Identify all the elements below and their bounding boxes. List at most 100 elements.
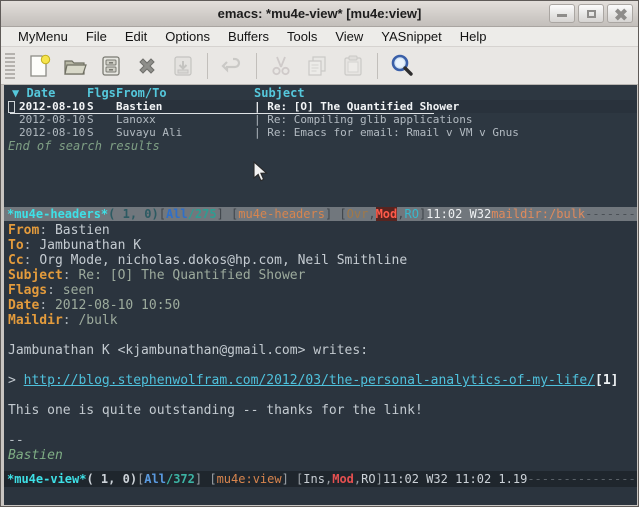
save-button[interactable] [168, 52, 198, 80]
delete-button[interactable] [132, 52, 162, 80]
message-row-selected[interactable]: 2012-08-10 S Bastien | Re: [O] The Quant… [4, 100, 637, 113]
row-from: Lanoxx [116, 113, 254, 126]
minimize-icon [557, 14, 567, 17]
buffer-name: *mu4e-headers* [7, 207, 108, 221]
row-flags: S [87, 126, 116, 139]
field-label-subject: Subject [8, 268, 63, 283]
search-magnifier-icon [388, 52, 416, 80]
modified-indicator: Mod [332, 472, 354, 486]
cut-button[interactable] [266, 52, 296, 80]
readonly-indicator: RO [404, 207, 418, 221]
link-footnote-ref: [1] [595, 373, 618, 388]
row-date: 2012-08-10 [19, 113, 87, 126]
field-value-flags: seen [63, 283, 94, 298]
body-intro-line: Jambunathan K <kjambunathan@gmail.com> w… [8, 343, 637, 358]
close-button[interactable] [607, 4, 633, 23]
quote-prefix: > [8, 373, 24, 388]
open-folder-icon [62, 53, 88, 79]
menu-buffers[interactable]: Buffers [219, 27, 278, 46]
tool-bar [1, 47, 638, 85]
row-flags: S [87, 100, 116, 113]
menu-bar: MyMenu File Edit Options Buffers Tools V… [1, 27, 638, 47]
file-cabinet-icon [98, 53, 124, 79]
menu-options[interactable]: Options [156, 27, 219, 46]
maximize-icon [587, 10, 596, 18]
emacs-window: emacs: *mu4e-view* [mu4e:view] MyMenu Fi… [0, 0, 639, 507]
message-count: /275 [188, 207, 217, 221]
row-date: 2012-08-10 [19, 100, 87, 113]
signature-separator: -- [8, 433, 637, 448]
row-subject: | Re: Compiling glib applications [254, 113, 473, 126]
delete-x-icon [134, 53, 160, 79]
row-subject: | Re: [O] The Quantified Shower [254, 100, 459, 113]
message-row[interactable]: 2012-08-10 S Lanoxx | Re: Compiling glib… [4, 113, 637, 126]
field-label-maildir: Maildir [8, 313, 63, 328]
column-subject[interactable]: Subject [254, 86, 305, 100]
column-from[interactable]: From/To [116, 86, 254, 100]
major-mode: mu4e-headers [238, 207, 325, 221]
cursor-position: ( 1, 0) [86, 472, 137, 486]
maildir-indicator: maildir:/bulk [491, 207, 585, 221]
readonly-indicator: RO [361, 472, 375, 486]
undo-button[interactable] [217, 52, 247, 80]
menu-view[interactable]: View [326, 27, 372, 46]
signature-name: Bastien [8, 448, 637, 463]
field-label-flags: Flags [8, 283, 47, 298]
paste-button[interactable] [338, 52, 368, 80]
body-hyperlink[interactable]: http://blog.stephenwolfram.com/2012/03/t… [24, 373, 595, 388]
row-flags: S [87, 113, 116, 126]
paste-clipboard-icon [340, 53, 366, 79]
modified-indicator: Mod [376, 207, 398, 221]
filter-all: All [166, 207, 188, 221]
field-value-from: Bastien [55, 223, 110, 238]
new-document-button[interactable] [24, 52, 54, 80]
menu-help[interactable]: Help [451, 27, 496, 46]
column-date-sort[interactable]: ▼ Date [12, 86, 87, 100]
field-value-to: Jambunathan K [39, 238, 141, 253]
clock-and-position: 11:02 W32 11:02 1.19 [383, 472, 528, 486]
field-label-from: From [8, 223, 39, 238]
cut-scissors-icon [268, 53, 294, 79]
view-modeline: *mu4e-view* ( 1, 0) [All/372] [mu4e:view… [4, 471, 637, 487]
insert-indicator: Ins [303, 472, 325, 486]
menu-tools[interactable]: Tools [278, 27, 326, 46]
headers-column-row: ▼ Date Flgs From/To Subject [4, 85, 637, 100]
maximize-button[interactable] [578, 4, 604, 23]
row-from: Suvayu Ali [116, 126, 254, 139]
title-bar[interactable]: emacs: *mu4e-view* [mu4e:view] [1, 1, 638, 27]
undo-icon [219, 53, 245, 79]
menu-yasnippet[interactable]: YASnippet [372, 27, 450, 46]
column-flags[interactable]: Flgs [87, 86, 116, 100]
toolbar-separator [256, 53, 257, 79]
cursor-position: ( 1, 0) [108, 207, 159, 221]
toolbar-separator [207, 53, 208, 79]
headers-modeline: *mu4e-headers* ( 1, 0) [All/275] [mu4e-h… [4, 207, 637, 221]
field-value-subject: Re: [O] The Quantified Shower [78, 268, 305, 283]
row-subject: | Re: Emacs for email: Rmail v VM v Gnus [254, 126, 519, 139]
save-download-icon [170, 53, 196, 79]
new-document-icon [26, 53, 52, 79]
mu4e-view-window: From: Bastien To: Jambunathan K Cc: Org … [4, 221, 637, 471]
row-date: 2012-08-10 [19, 126, 87, 139]
overwrite-indicator: Ovr [347, 207, 369, 221]
field-label-to: To [8, 238, 24, 253]
menu-file[interactable]: File [77, 27, 116, 46]
menu-edit[interactable]: Edit [116, 27, 156, 46]
menu-mymenu[interactable]: MyMenu [9, 27, 77, 46]
file-cabinet-button[interactable] [96, 52, 126, 80]
minimize-button[interactable] [549, 4, 575, 23]
row-from: Bastien [116, 100, 254, 113]
open-folder-button[interactable] [60, 52, 90, 80]
copy-icon [304, 53, 330, 79]
clock: 11:02 W32 [426, 207, 491, 221]
search-button[interactable] [387, 52, 417, 80]
toolbar-separator [377, 53, 378, 79]
field-label-cc: Cc [8, 253, 24, 268]
copy-button[interactable] [302, 52, 332, 80]
major-mode: mu4e:view [217, 472, 282, 486]
field-value-maildir: /bulk [78, 313, 117, 328]
minibuffer[interactable] [4, 487, 637, 505]
window-controls [549, 4, 633, 23]
message-row[interactable]: 2012-08-10 S Suvayu Ali | Re: Emacs for … [4, 126, 637, 139]
toolbar-grip[interactable] [5, 53, 15, 79]
